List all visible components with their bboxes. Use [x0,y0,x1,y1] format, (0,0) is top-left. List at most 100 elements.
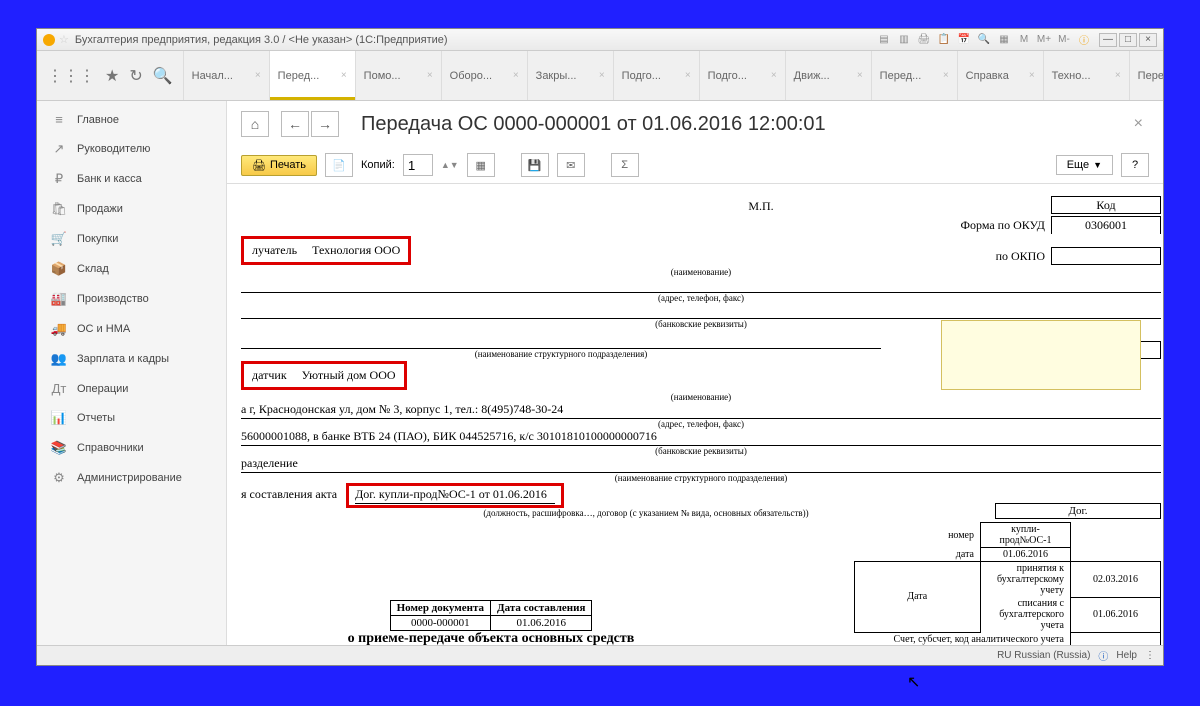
document-area: М.П. Код Форма по ОКУД 0306001 лучатель … [227,184,1163,645]
tab[interactable]: Подго...× [700,51,786,100]
help-link[interactable]: Help [1116,650,1137,661]
tool-icon[interactable]: 📋 [937,33,951,47]
print-icon[interactable]: 🖨 [917,33,931,47]
sidebar-item[interactable]: ДтОперации [37,374,226,403]
tab-close-icon[interactable]: × [771,70,777,81]
tab-close-icon[interactable]: × [1029,70,1035,81]
sidebar-icon: ⚙ [49,470,69,486]
sidebar-icon: 👥 [49,351,69,367]
app-icon [43,34,55,46]
tab-strip: ⋮⋮⋮ ★ ↻ 🔍 Начал...×Перед...×Помо...×Обор… [37,51,1163,101]
sidebar-icon: Дт [49,381,69,396]
tab[interactable]: Оборо...× [442,51,528,100]
sidebar-item[interactable]: 📊Отчеты [37,403,226,433]
tab-close-icon[interactable]: × [943,70,949,81]
tab[interactable]: Подго...× [614,51,700,100]
spreadsheet-button[interactable]: ▦ [467,153,495,177]
tab-close-icon[interactable]: × [1115,70,1121,81]
tab[interactable]: Начал...× [184,51,270,100]
sender-bank: 56000001088, в банке ВТБ 24 (ПАО), БИК 0… [241,429,1161,446]
history-icon[interactable]: ↻ [129,66,142,86]
mplus-button[interactable]: M+ [1037,33,1051,47]
sidebar-item[interactable]: 🚚ОС и НМА [37,314,226,344]
okud-label: Форма по ОКУД [881,218,1051,233]
preview-button[interactable]: 📄 [325,153,353,177]
tab[interactable]: Закры...× [528,51,614,100]
sidebar-icon: 📦 [49,261,69,277]
code-header: Код [1051,196,1161,214]
tab-close-icon[interactable]: × [255,70,261,81]
mminus-button[interactable]: M- [1057,33,1071,47]
tab[interactable]: Помо...× [356,51,442,100]
act-date-label: я составления акта [241,487,337,501]
sidebar-icon: 🚚 [49,321,69,337]
okpo-label: по ОКПО [881,249,1051,264]
tool-icon[interactable]: ▦ [997,33,1011,47]
document-title: Передача ОС 0000-000001 от 01.06.2016 12… [361,113,826,136]
document-info-table: номеркупли-прод№ОС-1 дата01.06.2016 Дата… [854,522,1161,645]
mail-button[interactable]: ✉ [557,153,585,177]
copies-input[interactable] [403,154,433,176]
tool-icon[interactable]: 🔍 [977,33,991,47]
tab-close-icon[interactable]: × [685,70,691,81]
help-button[interactable]: ? [1121,153,1149,177]
close-button[interactable]: × [1139,33,1157,47]
save-button[interactable]: 💾 [521,153,549,177]
language-indicator[interactable]: RU Russian (Russia) [997,650,1090,661]
sidebar-item[interactable]: 🏭Производство [37,284,226,314]
highlight-recipient: лучатель Технология ООО [241,236,411,265]
act-subtitle: о приеме-передаче объекта основных средс… [241,631,741,646]
caption-name: (наименование) [241,267,1161,277]
sidebar-item[interactable]: ↗Руководителю [37,134,226,164]
close-document-button[interactable]: × [1128,115,1149,133]
tab-close-icon[interactable]: × [513,70,519,81]
sidebar-item[interactable]: 📚Справочники [37,433,226,463]
tab[interactable]: Перед...× [872,51,958,100]
tab[interactable]: Справка× [958,51,1044,100]
m-button[interactable]: M [1017,33,1031,47]
back-button[interactable]: ← [281,111,309,137]
subdivision-row: разделение [241,456,1161,473]
tab-close-icon[interactable]: × [427,70,433,81]
search-icon[interactable]: 🔍 [153,66,173,86]
chevron-down-icon: ▼ [1093,160,1102,170]
sidebar-item[interactable]: ⚙Администрирование [37,463,226,493]
tab-close-icon[interactable]: × [599,70,605,81]
sidebar-icon: ₽ [49,171,69,187]
tool-icon[interactable]: ▤ [877,33,891,47]
sidebar-icon: 🏭 [49,291,69,307]
sidebar-item[interactable]: ≡Главное [37,105,226,134]
print-toolbar: 🖨 Печать 📄 Копий: ▲▼ ▦ 💾 ✉ Σ Еще ▼ ? [227,147,1163,184]
tool-icon[interactable]: ▥ [897,33,911,47]
maximize-button[interactable]: □ [1119,33,1137,47]
tab[interactable]: Перед...× [270,51,356,100]
sum-button[interactable]: Σ [611,153,639,177]
sidebar-item[interactable]: 📦Склад [37,254,226,284]
more-button[interactable]: Еще ▼ [1056,155,1113,175]
sidebar-item[interactable]: ₽Банк и касса [37,164,226,194]
calc-icon[interactable]: 📅 [957,33,971,47]
act-title: АКТ [227,597,281,613]
tab[interactable]: Движ...× [786,51,872,100]
window-title: Бухгалтерия предприятия, редакция 3.0 / … [75,34,448,46]
sidebar-item[interactable]: 👥Зарплата и кадры [37,344,226,374]
sidebar-icon: 🛍 [49,201,69,217]
home-button[interactable]: ⌂ [241,111,269,137]
info-icon[interactable]: ⓘ [1077,33,1091,47]
print-icon: 🖨 [252,159,266,172]
star-icon[interactable]: ★ [105,66,119,86]
apps-icon[interactable]: ⋮⋮⋮ [47,66,95,86]
sidebar-item[interactable]: 🛒Покупки [37,224,226,254]
print-button[interactable]: 🖨 Печать [241,155,317,176]
forward-button[interactable]: → [311,111,339,137]
sidebar-item[interactable]: 🛍Продажи [37,194,226,224]
highlight-annotation [941,320,1141,390]
tab[interactable]: Перед...× [1130,51,1163,100]
tab-close-icon[interactable]: × [857,70,863,81]
highlight-sender: датчик Уютный дом ООО [241,361,407,390]
minimize-button[interactable]: — [1099,33,1117,47]
star-icon[interactable]: ☆ [59,33,69,46]
recipient-bank-line [241,303,1161,319]
tab[interactable]: Техно...× [1044,51,1130,100]
tab-close-icon[interactable]: × [341,70,347,81]
